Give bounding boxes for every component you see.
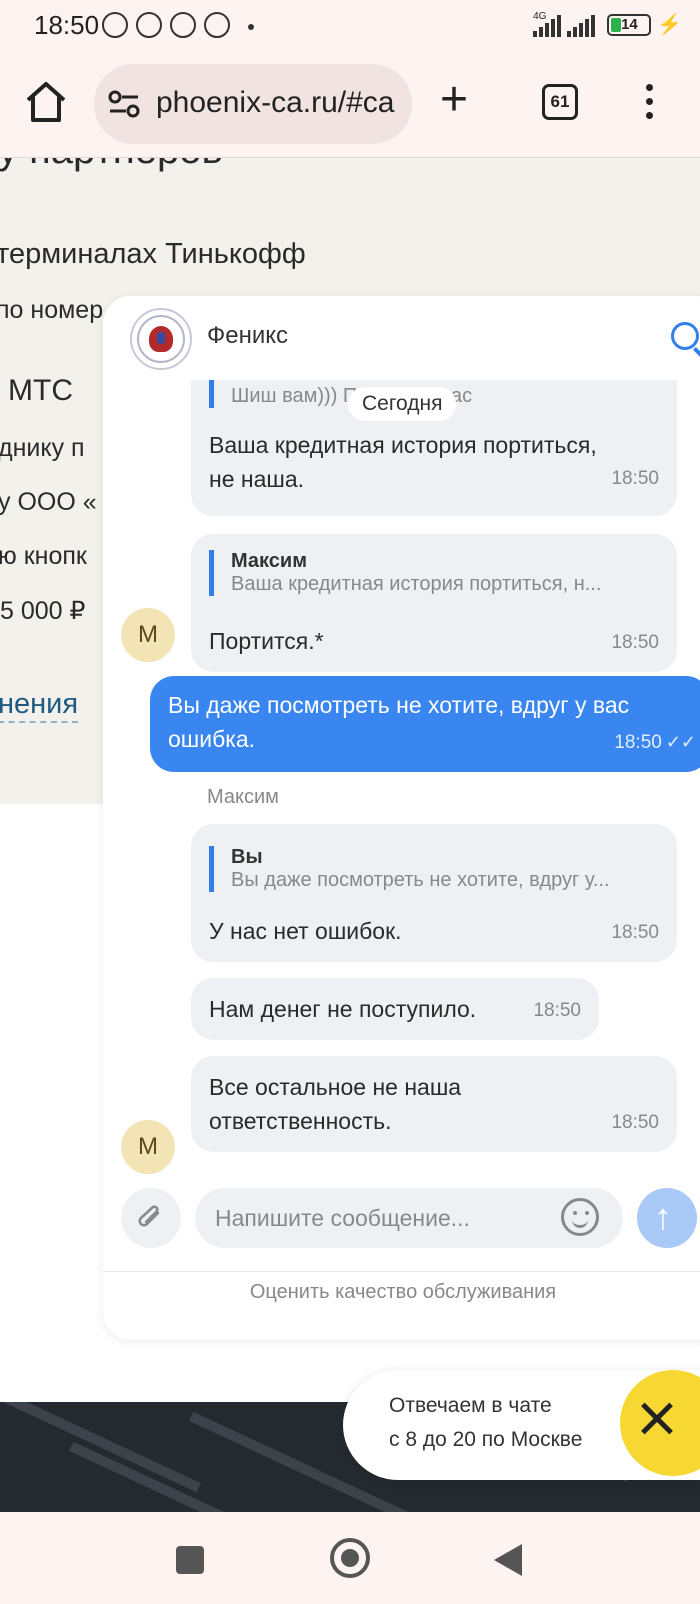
page-text: терминалах Тинькофф	[0, 238, 306, 270]
message-bubble: Нам денег не поступило. 18:50	[191, 978, 599, 1040]
message-bubble: Все остальное не наша ответственность. 1…	[191, 1056, 677, 1152]
outgoing-message-bubble: Вы даже посмотреть не хотите, вдруг у ва…	[150, 676, 700, 772]
page-text: днику п	[0, 434, 85, 462]
emoji-icon[interactable]	[561, 1198, 599, 1236]
network-type: 4G	[533, 10, 547, 22]
hours-line: Отвечаем в чате	[389, 1394, 552, 1417]
page-text: по номер	[0, 296, 104, 324]
message-quote: Вы Вы даже посмотреть не хотите, вдруг у…	[209, 846, 649, 892]
quote-author: Максим	[231, 550, 307, 572]
charging-icon: ⚡	[657, 14, 682, 36]
date-chip: Сегодня	[348, 387, 457, 421]
notification-icons	[102, 12, 254, 38]
attach-button[interactable]	[121, 1188, 181, 1248]
battery-icon: 14	[607, 13, 652, 36]
viber-icon	[136, 12, 162, 38]
alarm-icon	[102, 12, 128, 38]
phoenix-logo	[130, 308, 192, 370]
message-text: Вы даже посмотреть не хотите, вдруг у ва…	[168, 688, 629, 756]
message-text: Ваша кредитная история портиться, не наш…	[209, 428, 597, 496]
signal-icon	[567, 13, 596, 37]
rate-service-link[interactable]: Оценить качество обслуживания	[103, 1271, 700, 1340]
message-time-value: 18:50	[614, 732, 662, 753]
message-text-line: Ваша кредитная история портиться,	[209, 432, 597, 458]
page-link[interactable]: нения	[0, 688, 79, 723]
send-button[interactable]	[637, 1188, 697, 1248]
message-input[interactable]	[195, 1188, 623, 1248]
message-time: 18:50	[611, 922, 659, 943]
back-icon[interactable]	[494, 1544, 522, 1576]
message-text: У нас нет ошибок.	[209, 918, 402, 944]
site-settings-icon[interactable]	[108, 90, 140, 118]
page-heading: у партнеров	[0, 158, 223, 173]
message-time: 18:50	[533, 1000, 581, 1021]
umbrella-icon	[204, 12, 230, 38]
hours-line: с 8 до 20 по Москве	[389, 1428, 583, 1451]
message-text-line: Вы даже посмотреть не хотите, вдруг у ва…	[168, 692, 630, 718]
more-notifications-icon	[248, 24, 254, 30]
address-bar[interactable]: phoenix-ca.ru/#ca	[94, 64, 412, 144]
browser-toolbar: phoenix-ca.ru/#ca + 61	[0, 56, 700, 158]
search-icon[interactable]	[671, 322, 699, 350]
status-time: 18:50	[34, 10, 100, 40]
battery-level: 14	[621, 15, 638, 33]
signal-4g-icon: 4G	[533, 10, 562, 37]
system-icons: 4G 14 ⚡	[533, 10, 682, 37]
page-text: ю кнопк	[0, 542, 87, 570]
tab-switcher-button[interactable]: 61	[542, 84, 578, 120]
home-icon[interactable]	[24, 80, 68, 124]
message-time: 18:50 ✓✓	[614, 732, 696, 754]
message-text: Портится.*	[209, 628, 324, 654]
message-time: 18:50	[611, 1112, 659, 1133]
message-time: 18:50	[611, 632, 659, 653]
new-tab-button[interactable]: +	[440, 76, 468, 124]
avatar: М	[121, 608, 175, 662]
url-text: phoenix-ca.ru/#ca	[156, 86, 395, 119]
message-text-line: ошибка.	[168, 726, 256, 752]
message-text-line: Все остальное не наша	[209, 1074, 462, 1100]
whatsapp-icon	[170, 12, 196, 38]
chat-header: Феникс	[103, 296, 700, 380]
page-text: МТС	[8, 374, 73, 407]
message-text: Все остальное не наша ответственность.	[209, 1070, 461, 1138]
home-nav-icon[interactable]	[330, 1538, 370, 1578]
quote-author: Вы	[231, 846, 263, 868]
message-composer	[103, 1180, 700, 1260]
recents-icon[interactable]	[176, 1546, 204, 1574]
message-bubble: Максим Ваша кредитная история портиться,…	[191, 534, 677, 672]
status-bar: 18:50 4G 14 ⚡	[0, 0, 700, 56]
chat-title: Феникс	[207, 322, 289, 349]
message-bubble: Вы Вы даже посмотреть не хотите, вдруг у…	[191, 824, 677, 962]
quote-text: Ваша кредитная история портиться, н...	[231, 573, 602, 595]
chat-widget: Феникс Сегодня Вы Шиш вам))) Просто от в…	[103, 296, 700, 1340]
menu-icon[interactable]	[646, 84, 654, 126]
paperclip-icon	[138, 1205, 160, 1227]
quote-text: Вы даже посмотреть не хотите, вдруг у...	[231, 869, 610, 891]
android-nav-bar	[0, 1512, 700, 1604]
sender-name: Максим	[207, 786, 279, 808]
message-time: 18:50	[611, 468, 659, 489]
page-text: 5 000 ₽	[0, 597, 86, 625]
message-text-line: ответственность.	[209, 1108, 392, 1134]
message-quote: Максим Ваша кредитная история портиться,…	[209, 550, 649, 596]
avatar: М	[121, 1120, 175, 1174]
message-text-line: не наша.	[209, 466, 305, 492]
message-text: Нам денег не поступило.	[209, 996, 477, 1022]
page-text: у ООО «	[0, 488, 97, 516]
double-check-icon: ✓✓	[665, 732, 696, 752]
